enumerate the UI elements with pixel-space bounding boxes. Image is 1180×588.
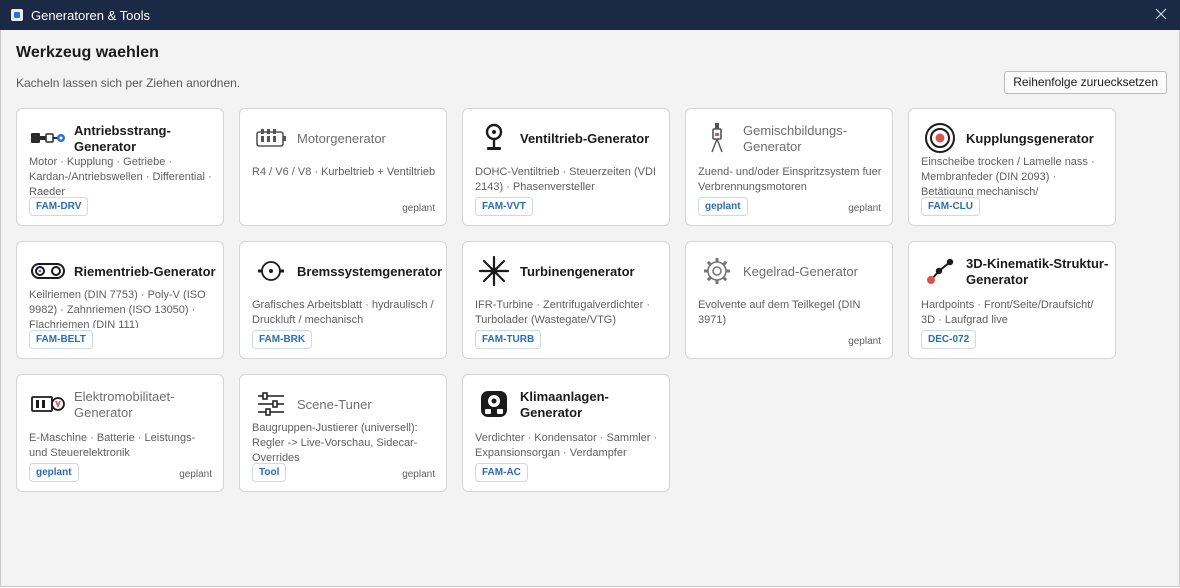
- family-badge: FAM-VVT: [475, 197, 533, 216]
- tile-description: Baugruppen-Justierer (universell): Regle…: [252, 422, 418, 461]
- tile-scene-tuner[interactable]: Scene-Tuner Baugruppen-Justierer (univer…: [239, 374, 447, 492]
- planned-status: geplant: [848, 336, 881, 347]
- tile-motorgenerator[interactable]: Motorgenerator R4 / V6 / V8 · Kurbeltrie…: [239, 108, 447, 226]
- tile-kupplung[interactable]: Kupplungsgenerator Einscheibe trocken / …: [908, 108, 1116, 226]
- engine-icon: [253, 121, 289, 155]
- tile-antriebsstrang[interactable]: Antriebsstrang-Generator Motor · Kupplun…: [16, 108, 224, 226]
- tile-description: Evolvente auf dem Teilkegel (DIN 3971): [698, 299, 861, 326]
- planned-badge: geplant: [29, 463, 79, 482]
- close-icon[interactable]: [1152, 5, 1170, 23]
- tile-title: Motorgenerator: [297, 131, 386, 146]
- planned-status: geplant: [402, 469, 435, 480]
- family-badge: FAM-CLU: [921, 197, 980, 216]
- planned-badge: geplant: [698, 197, 748, 216]
- family-badge: DEC-072: [921, 330, 977, 349]
- tile-title: Riementrieb-Generator: [74, 264, 216, 279]
- electric-motor-icon: [30, 387, 66, 421]
- drivetrain-icon: [30, 121, 66, 155]
- tile-description: Keilriemen (DIN 7753) · Poly-V (ISO 9982…: [29, 289, 206, 328]
- gear-icon: [699, 254, 735, 288]
- tool-badge: Tool: [252, 463, 287, 482]
- family-badge: FAM-BRK: [252, 330, 313, 349]
- family-badge: FAM-TURB: [475, 330, 542, 349]
- tile-title: Elektromobilitaet-Generator: [74, 389, 175, 420]
- tile-title: Bremssystemgenerator: [297, 264, 443, 279]
- tile-title: Scene-Tuner: [297, 397, 372, 412]
- tile-elektromobilitaet[interactable]: Elektromobilitaet-Generator E-Maschine ·…: [16, 374, 224, 492]
- window-title: Generatoren & Tools: [31, 7, 150, 23]
- page-title: Werkzeug waehlen: [16, 44, 159, 61]
- tile-klimaanlage[interactable]: Klimaanlagen-Generator Verdichter · Kond…: [462, 374, 670, 492]
- planned-status: geplant: [848, 203, 881, 214]
- planned-status: geplant: [179, 469, 212, 480]
- tile-title: Antriebsstrang-Generator: [74, 123, 171, 154]
- tile-title: Kegelrad-Generator: [743, 264, 858, 279]
- family-badge: FAM-AC: [475, 463, 528, 482]
- tile-title: Kupplungsgenerator: [966, 131, 1094, 146]
- ac-icon: [476, 387, 512, 421]
- planned-status: geplant: [402, 203, 435, 214]
- family-badge: FAM-DRV: [29, 197, 89, 216]
- tile-turbine[interactable]: Turbinengenerator IFR-Turbine · Zentrifu…: [462, 241, 670, 359]
- clutch-icon: [922, 121, 958, 155]
- drag-hint: Kacheln lassen sich per Ziehen anordnen.: [16, 76, 241, 90]
- tile-title: 3D-Kinematik-Struktur-Generator: [966, 256, 1109, 287]
- window-titlebar: Generatoren & Tools: [0, 0, 1180, 30]
- app-icon: [11, 9, 23, 21]
- tile-title: Klimaanlagen-Generator: [520, 389, 609, 420]
- valve-icon: [476, 121, 512, 155]
- family-badge: FAM-BELT: [29, 330, 93, 349]
- tile-title: Gemischbildungs-Generator: [743, 123, 848, 154]
- tile-description: R4 / V6 / V8 · Kurbeltrieb + Ventiltrieb: [252, 166, 436, 178]
- tile-bremssystem[interactable]: Bremssystemgenerator Grafisches Arbeitsb…: [239, 241, 447, 359]
- tile-title: Turbinengenerator: [520, 264, 635, 279]
- sliders-icon: [253, 387, 289, 421]
- tile-gemischbildung[interactable]: Gemischbildungs-Generator Zuend- und/ode…: [685, 108, 893, 226]
- tile-kegelrad[interactable]: Kegelrad-Generator Evolvente auf dem Tei…: [685, 241, 893, 359]
- turbine-icon: [476, 254, 512, 288]
- tile-kinematik[interactable]: 3D-Kinematik-Struktur-Generator Hardpoin…: [908, 241, 1116, 359]
- brake-icon: [253, 254, 289, 288]
- reset-order-button[interactable]: Reihenfolge zuruecksetzen: [1004, 71, 1167, 94]
- belt-icon: [30, 254, 66, 288]
- tile-description: Einscheibe trocken / Lamelle nass · Memb…: [921, 156, 1095, 195]
- kinematics-icon: [922, 254, 958, 288]
- dialog-content: Werkzeug waehlen Kacheln lassen sich per…: [0, 30, 1180, 587]
- tile-ventiltrieb[interactable]: Ventiltrieb-Generator DOHC-Ventiltrieb ·…: [462, 108, 670, 226]
- tile-title: Ventiltrieb-Generator: [520, 131, 650, 146]
- tile-description: Motor · Kupplung · Getriebe · Kardan-/An…: [29, 156, 212, 195]
- injector-icon: [699, 121, 735, 155]
- tile-riementrieb[interactable]: Riementrieb-Generator Keilriemen (DIN 77…: [16, 241, 224, 359]
